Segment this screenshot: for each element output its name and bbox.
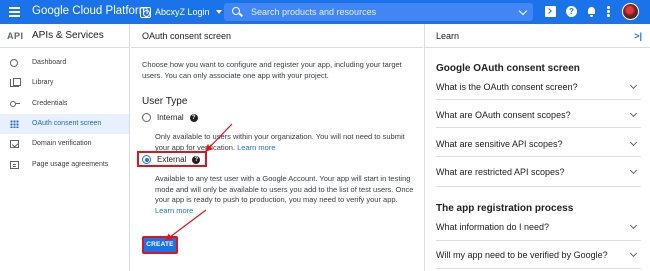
internal-desc-text: Only available to users within your orga… xyxy=(155,132,405,152)
chevron-down-icon xyxy=(629,81,638,90)
top-app-bar: Google Cloud Platform AbcxyZ Login Searc… xyxy=(0,0,650,24)
faq-item[interactable]: What information do I need? xyxy=(436,221,638,232)
sidebar-header: API APIs & Services xyxy=(0,24,130,48)
search-icon xyxy=(232,7,240,15)
chevron-down-icon[interactable] xyxy=(518,6,528,16)
library-icon xyxy=(10,78,21,87)
internal-label: Internal xyxy=(157,113,184,122)
external-desc-text: Available to any test user with a Google… xyxy=(155,174,414,204)
search-placeholder: Search products and resources xyxy=(251,7,377,17)
learn-panel: Learn >| Google OAuth consent screen Wha… xyxy=(424,24,650,271)
sidebar-item-label: Credentials xyxy=(32,100,68,107)
sidebar-item-label: Domain verification xyxy=(32,140,92,147)
faq-item[interactable]: Will my app need to be verified by Googl… xyxy=(436,249,638,260)
brand-title[interactable]: Google Cloud Platform xyxy=(32,5,148,17)
sidebar-item-page-usage-agreements[interactable]: Page usage agreements xyxy=(0,155,129,175)
faq-label: Will my app need to be verified by Googl… xyxy=(436,250,608,260)
intro-text: Choose how you want to configure and reg… xyxy=(142,60,402,80)
external-learn-more-link[interactable]: Learn more xyxy=(155,206,193,215)
more-vert-icon[interactable] xyxy=(607,6,610,17)
divider xyxy=(436,156,641,157)
sidebar-item-oauth-consent-screen[interactable]: OAuth consent screen xyxy=(0,114,129,134)
internal-radio[interactable] xyxy=(142,113,151,122)
user-type-heading: User Type xyxy=(142,96,188,107)
divider xyxy=(436,268,641,269)
help-icon[interactable]: ? xyxy=(192,155,201,164)
divider xyxy=(436,240,641,241)
external-label: External xyxy=(157,155,187,164)
chevron-down-icon xyxy=(629,138,638,147)
internal-learn-more-link[interactable]: Learn more xyxy=(237,143,275,152)
learn-header: Learn >| xyxy=(425,24,650,48)
internal-description: Only available to users within your orga… xyxy=(155,132,417,153)
divider xyxy=(436,127,641,128)
sidebar-item-credentials[interactable]: Credentials xyxy=(0,94,129,114)
sidebar-item-label: Library xyxy=(32,79,54,86)
learn-section-title: Google OAuth consent screen xyxy=(436,63,580,74)
cloud-shell-icon[interactable] xyxy=(545,6,556,17)
key-icon xyxy=(10,100,20,108)
faq-item[interactable]: What is the OAuth consent screen? xyxy=(436,81,638,92)
faq-item[interactable]: What are sensitive API scopes? xyxy=(436,138,638,149)
caret-down-icon xyxy=(215,10,222,14)
external-radio[interactable] xyxy=(142,155,151,164)
project-selector[interactable]: AbcxyZ Login xyxy=(140,4,222,20)
page-header: OAuth consent screen xyxy=(131,24,423,48)
chevron-down-icon xyxy=(629,109,638,118)
internal-option[interactable]: Internal ? xyxy=(142,113,198,122)
faq-label: What are restricted API scopes? xyxy=(436,167,565,177)
project-name: AbcxyZ Login xyxy=(155,7,210,17)
divider xyxy=(436,99,641,100)
project-icon xyxy=(140,6,151,18)
avatar[interactable] xyxy=(622,3,639,20)
chevron-down-icon xyxy=(629,221,638,230)
faq-label: What is the OAuth consent screen? xyxy=(436,82,578,92)
api-logo: API xyxy=(7,31,24,41)
faq-item[interactable]: What are OAuth consent scopes? xyxy=(436,109,638,120)
sidebar-item-label: Page usage agreements xyxy=(32,161,109,168)
faq-item[interactable]: What are restricted API scopes? xyxy=(436,166,638,177)
faq-label: What information do I need? xyxy=(436,222,550,232)
chevron-down-icon xyxy=(629,249,638,258)
help-icon[interactable]: ? xyxy=(189,113,198,122)
sidebar-item-library[interactable]: Library xyxy=(0,73,129,93)
sidebar-item-label: Dashboard xyxy=(32,59,67,66)
sidebar-title: APIs & Services xyxy=(32,30,104,41)
external-description: Available to any test user with a Google… xyxy=(155,174,417,216)
sidebar-item-dashboard[interactable]: Dashboard xyxy=(0,53,129,73)
external-option[interactable]: External ? xyxy=(142,155,201,164)
divider xyxy=(436,186,641,187)
sidebar-item-label: OAuth consent screen xyxy=(32,120,102,127)
dashboard-icon xyxy=(10,59,18,67)
chevron-down-icon xyxy=(629,166,638,175)
create-button[interactable]: CREATE xyxy=(142,236,178,254)
search-bar[interactable]: Search products and resources xyxy=(224,3,533,21)
notifications-icon[interactable] xyxy=(586,6,597,17)
faq-label: What are OAuth consent scopes? xyxy=(436,110,571,120)
menu-icon[interactable] xyxy=(9,7,20,17)
grid-icon xyxy=(10,120,19,128)
main-content: OAuth consent screen Choose how you want… xyxy=(131,24,423,271)
learn-title: Learn xyxy=(436,31,460,41)
page-title: OAuth consent screen xyxy=(142,31,232,41)
learn-section-title: The app registration process xyxy=(436,203,574,214)
help-icon[interactable]: ? xyxy=(566,6,577,17)
sidebar: API APIs & Services Dashboard Library Cr… xyxy=(0,24,130,271)
collapse-panel-icon[interactable]: >| xyxy=(634,31,642,41)
checkbox-icon xyxy=(10,140,19,148)
faq-label: What are sensitive API scopes? xyxy=(436,139,563,149)
sidebar-item-domain-verification[interactable]: Domain verification xyxy=(0,134,129,154)
settings-icon xyxy=(10,161,19,169)
